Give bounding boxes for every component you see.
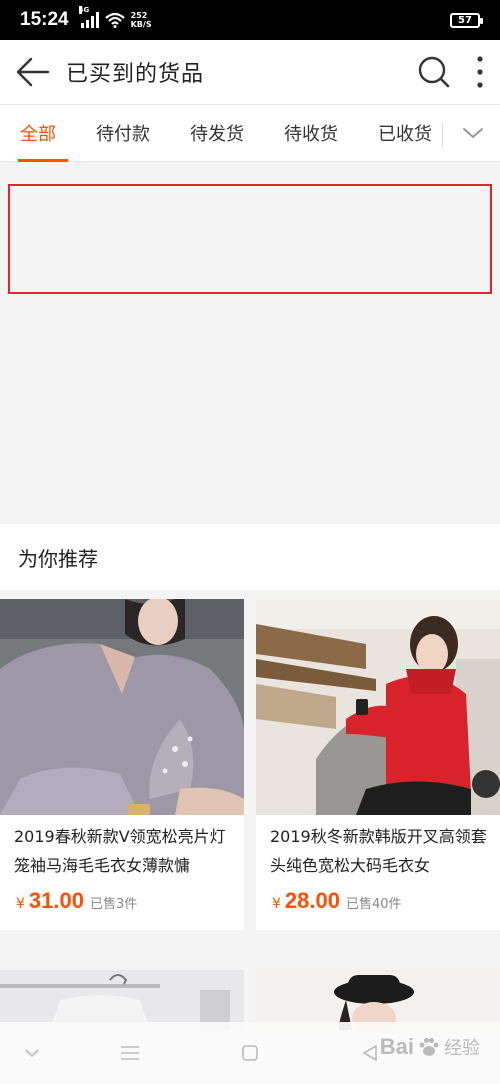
tab-label: 已收货 — [378, 124, 432, 145]
net-speed-value: 252 — [130, 11, 148, 20]
tab-label: 待付款 — [96, 124, 150, 145]
more-vertical-icon — [477, 56, 483, 88]
tab-divider — [442, 123, 443, 147]
tab-received[interactable]: 已收货 — [370, 105, 440, 161]
sold-count: 已售40件 — [345, 897, 402, 912]
nav-hide-button[interactable] — [12, 1022, 52, 1084]
back-button[interactable] — [0, 40, 66, 104]
baidu-watermark: Bai 经验 — [380, 1034, 480, 1060]
tab-pending-receipt[interactable]: 待收货 — [276, 105, 346, 161]
menu-icon — [121, 1046, 139, 1060]
price-symbol: ¥ — [16, 896, 25, 912]
tab-all[interactable]: 全部 — [8, 105, 68, 162]
orders-list-empty — [0, 162, 500, 524]
highlight-box — [8, 184, 492, 294]
signal-icon: 4G — [78, 6, 99, 28]
product-grid: 2019春秋新款V领宽松亮片灯笼袖马海毛毛衣女薄款慵 ¥ 31.00 已售3件 — [0, 590, 500, 1084]
search-button[interactable] — [408, 40, 460, 104]
system-nav-bar: Bai 经验 — [0, 1022, 500, 1084]
search-icon — [418, 56, 450, 88]
chevron-down-icon — [463, 128, 483, 138]
product-card[interactable] — [0, 970, 244, 1030]
paw-icon — [419, 1038, 439, 1056]
product-card[interactable] — [256, 970, 500, 1030]
product-price-row: ¥ 31.00 已售3件 — [0, 888, 244, 930]
product-price: 31.00 — [28, 888, 84, 913]
product-title: 2019春秋新款V领宽松亮片灯笼袖马海毛毛衣女薄款慵 — [14, 827, 226, 875]
page-title: 已买到的货品 — [66, 62, 205, 87]
product-photo — [0, 599, 244, 815]
order-tabs: 全部 待付款 待发货 待收货 已收货 — [0, 104, 500, 162]
wifi-icon — [104, 12, 125, 28]
tab-label: 待收货 — [284, 124, 338, 145]
product-title: 2019秋冬新款韩版开叉高领套头纯色宽松大码毛衣女 — [270, 827, 487, 875]
product-price-row: ¥ 28.00 已售40件 — [256, 888, 500, 930]
status-bar: 15:24 4G 252 KB/S 57 — [0, 0, 500, 40]
battery-level: 57 — [458, 14, 472, 26]
product-photo — [256, 970, 500, 1030]
status-icons: 4G 252 KB/S — [78, 6, 152, 29]
product-photo — [0, 970, 244, 1030]
app-header: 已买到的货品 — [0, 40, 500, 104]
battery-icon: 57 — [450, 12, 483, 28]
product-image — [0, 599, 244, 815]
watermark-suffix: 经验 — [444, 1038, 480, 1058]
header-actions — [408, 40, 500, 104]
price-symbol: ¥ — [272, 896, 281, 912]
product-card[interactable]: 2019春秋新款V领宽松亮片灯笼袖马海毛毛衣女薄款慵 ¥ 31.00 已售3件 — [0, 599, 244, 930]
net-speed: 252 KB/S — [131, 11, 152, 29]
watermark-text: Bai — [379, 1034, 414, 1059]
tab-label: 待发货 — [190, 124, 244, 145]
net-speed-unit: KB/S — [130, 20, 152, 29]
recommend-title: 为你推荐 — [0, 524, 500, 590]
arrow-left-icon — [16, 57, 50, 87]
sold-count: 已售3件 — [89, 897, 138, 912]
tab-pending-shipment[interactable]: 待发货 — [182, 105, 252, 161]
nav-home-button[interactable] — [230, 1022, 270, 1084]
network-type-label: 4G — [78, 6, 90, 14]
product-price: 28.00 — [284, 888, 340, 913]
tab-expand-button[interactable] — [446, 105, 500, 161]
product-card[interactable]: 2019秋冬新款韩版开叉高领套头纯色宽松大码毛衣女 ¥ 28.00 已售40件 — [256, 599, 500, 930]
more-button[interactable] — [460, 40, 500, 104]
chevron-down-icon — [25, 1048, 39, 1057]
tab-pending-payment[interactable]: 待付款 — [88, 105, 158, 161]
product-image — [256, 599, 500, 815]
back-triangle-icon — [362, 1045, 377, 1061]
product-photo — [256, 599, 500, 815]
home-square-icon — [242, 1045, 258, 1061]
nav-menu-button[interactable] — [110, 1022, 150, 1084]
status-time: 15:24 — [20, 9, 69, 30]
tab-label: 全部 — [20, 124, 56, 145]
